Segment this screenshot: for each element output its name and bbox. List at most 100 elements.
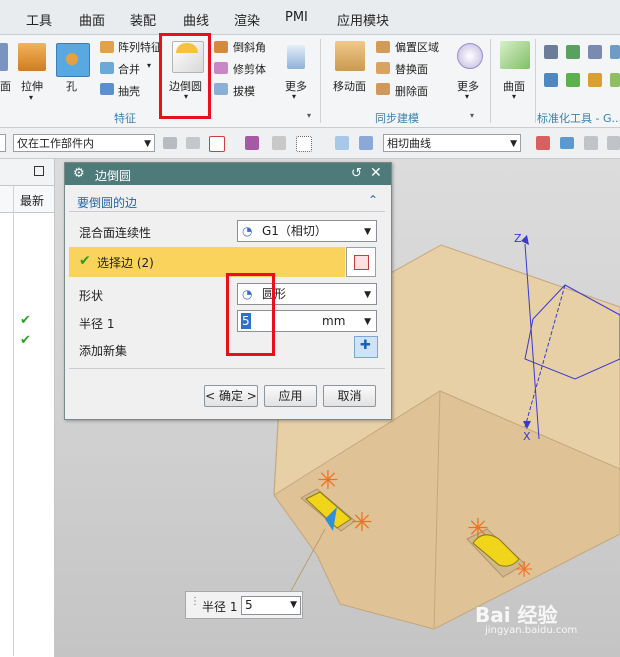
callout-radius-label: 半径 1 <box>202 600 238 614</box>
std-tool-icon-8[interactable] <box>610 73 620 87</box>
truncated-combo[interactable] <box>0 134 6 152</box>
menu-curve[interactable]: 曲线 <box>183 10 209 29</box>
add-new-set-button[interactable]: ✚ <box>354 336 378 358</box>
maximize-icon[interactable] <box>34 166 44 176</box>
continuity-icon: ◔ <box>242 224 253 238</box>
menu-surface[interactable]: 曲面 <box>79 10 105 29</box>
continuity-label: 混合面连续性 <box>79 226 152 240</box>
ok-button[interactable]: < 确定 > <box>204 385 258 407</box>
std-tool-icon-2[interactable] <box>566 45 580 59</box>
menu-render[interactable]: 渲染 <box>234 10 260 29</box>
z-axis-label: Z <box>514 232 522 245</box>
pattern-feature-icon[interactable] <box>100 41 114 53</box>
chevron-down-icon: ▼ <box>364 317 371 327</box>
snap-icon[interactable] <box>186 137 200 149</box>
chevron-down-icon: ▼ <box>290 600 297 610</box>
std-tool-icon-5[interactable] <box>544 73 558 87</box>
add-set-label: 添加新集 <box>79 344 128 358</box>
draft-button[interactable]: 拔模 <box>233 83 255 99</box>
offset-region-button[interactable]: 偏置区域 <box>395 39 439 55</box>
radius-callout[interactable]: ⋮ 半径 1 5 ▼ <box>185 591 303 619</box>
group-feature-label: 特征 <box>114 112 136 125</box>
menu-pmi[interactable]: PMI <box>285 10 308 25</box>
more-icon[interactable] <box>287 45 305 69</box>
shell-button[interactable]: 抽壳 <box>118 83 140 99</box>
shape-radius-highlight-box <box>226 273 275 356</box>
solid-icon[interactable] <box>335 136 349 150</box>
select-edge-row[interactable]: ✔ 选择边 (2) <box>69 247 345 277</box>
shell-icon[interactable] <box>100 83 114 95</box>
move-face-icon[interactable] <box>335 41 365 71</box>
menu-applications[interactable]: 应用模块 <box>337 10 389 29</box>
section-header[interactable]: 要倒圆的边 <box>77 194 137 211</box>
select-edge-cube-button[interactable] <box>346 247 376 277</box>
menu-tools[interactable]: 工具 <box>26 10 52 29</box>
curve-rule-value: 相切曲线 <box>387 137 431 150</box>
truncated-icon[interactable] <box>0 43 8 71</box>
point-icon[interactable] <box>245 136 259 150</box>
move-face-button[interactable]: 移动面 <box>333 78 366 94</box>
std-tool-icon-6[interactable] <box>566 73 580 87</box>
menu-assembly[interactable]: 装配 <box>130 10 156 29</box>
group-sync-label: 同步建模 <box>375 112 419 125</box>
selection-toolbar: 仅在工作部件内 ▼ 相切曲线 ▼ <box>0 128 620 159</box>
dialog-title: 边倒圆 <box>95 169 132 183</box>
callout-radius-input[interactable]: 5 ▼ <box>241 596 301 615</box>
menu-bar: 工具 曲面 装配 曲线 渲染 PMI 应用模块 <box>0 0 620 35</box>
handle-asterisk-icon-3[interactable]: ✳ <box>467 514 489 544</box>
replace-face-button[interactable]: 替换面 <box>395 61 428 77</box>
extrude-button[interactable]: 拉伸 <box>21 78 43 94</box>
handle-asterisk-icon-1[interactable]: ✳ <box>317 466 339 496</box>
arrow-right-icon[interactable] <box>560 137 574 149</box>
delete-face-button[interactable]: 删除面 <box>395 83 428 99</box>
trim-body-button[interactable]: 修剪体 <box>233 61 266 77</box>
shape-label: 形状 <box>79 289 104 303</box>
draft-icon[interactable] <box>214 83 228 95</box>
column-header-latest[interactable]: 最新 <box>20 192 44 209</box>
arc-icon[interactable] <box>272 136 286 150</box>
chevron-down-icon: ▼ <box>364 227 371 237</box>
chevron-down-icon: ▼ <box>510 139 517 149</box>
gear-icon[interactable]: ⚙ <box>73 166 85 181</box>
reset-icon[interactable]: ↺ <box>351 166 362 181</box>
group-std-label: 标准化工具 - G... <box>537 112 620 125</box>
continuity-select[interactable]: ◔ G1（相切） ▼ <box>237 220 377 242</box>
rect-select-icon[interactable] <box>296 136 312 152</box>
grid-icon[interactable] <box>584 136 598 150</box>
filter-icon[interactable] <box>163 137 177 149</box>
more-sync-icon[interactable] <box>457 43 483 69</box>
cancel-button[interactable]: 取消 <box>323 385 376 407</box>
scope-select[interactable]: 仅在工作部件内 ▼ <box>13 134 155 152</box>
watermark-brand: Bai 经验 <box>475 603 558 627</box>
replace-face-icon[interactable] <box>376 62 390 74</box>
line-icon[interactable] <box>607 136 620 150</box>
handle-asterisk-icon-2[interactable]: ✳ <box>351 508 373 538</box>
snap-point-icon[interactable] <box>536 136 550 150</box>
chamfer-icon[interactable] <box>214 41 228 53</box>
offset-region-icon[interactable] <box>376 41 390 53</box>
std-tool-icon-7[interactable] <box>588 73 602 87</box>
apply-button[interactable]: 应用 <box>264 385 317 407</box>
ribbon: 面 拉伸 ▾ 孔 阵列特征 合并 ▾ 抽壳 特征 边倒圆 ▾ 倒斜角 修剪体 拔… <box>0 35 620 128</box>
unite-icon[interactable] <box>100 62 114 74</box>
collapse-chevron-icon[interactable]: ⌃ <box>368 193 378 207</box>
std-tool-icon-4[interactable] <box>610 45 620 59</box>
extrude-icon[interactable] <box>18 43 46 71</box>
chamfer-button[interactable]: 倒斜角 <box>233 39 266 55</box>
pattern-feature-button[interactable]: 阵列特征 <box>118 39 162 55</box>
latest-check-icon-1: ✔ <box>20 313 31 328</box>
unite-button[interactable]: 合并 <box>118 61 140 77</box>
close-icon[interactable]: ✕ <box>370 165 382 181</box>
drag-grip-icon[interactable]: ⋮ <box>190 596 200 607</box>
std-tool-icon-3[interactable] <box>588 45 602 59</box>
std-tool-icon-1[interactable] <box>544 45 558 59</box>
delete-face-icon[interactable] <box>376 83 390 95</box>
surface-icon[interactable] <box>500 41 530 69</box>
cube-icon[interactable] <box>359 136 373 150</box>
trim-body-icon[interactable] <box>214 62 228 74</box>
select-box-icon[interactable] <box>209 136 225 152</box>
dialog-title-bar[interactable]: ⚙ 边倒圆 ↺ ✕ <box>65 163 391 185</box>
curve-rule-select[interactable]: 相切曲线 ▼ <box>383 134 521 152</box>
hole-button[interactable]: 孔 <box>66 78 77 94</box>
handle-asterisk-icon-4[interactable]: ✳ <box>515 558 533 583</box>
